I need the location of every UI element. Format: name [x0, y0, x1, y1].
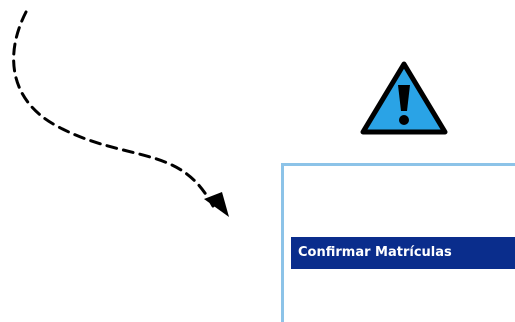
dashed-curved-arrow-icon — [12, 10, 229, 217]
annotation-canvas: Confirmar Matrículas — [0, 0, 515, 322]
enrollment-panel: Confirmar Matrículas — [281, 163, 515, 322]
confirm-enrollments-button[interactable]: Confirmar Matrículas — [291, 237, 515, 269]
warning-triangle-icon — [360, 61, 448, 135]
